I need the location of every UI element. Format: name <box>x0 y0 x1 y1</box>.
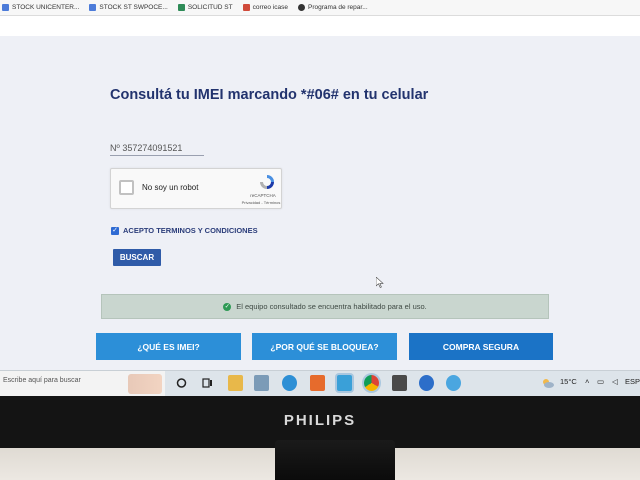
recaptcha-checkbox[interactable] <box>119 180 134 195</box>
mail-icon <box>242 4 250 11</box>
monitor-brand: PHILIPS <box>283 412 357 429</box>
weather-temperature[interactable]: 15°C <box>560 377 577 386</box>
office-icon[interactable] <box>310 375 325 391</box>
chrome-icon[interactable] <box>364 375 379 391</box>
apple-icon <box>298 4 306 11</box>
monitor-screen: STOCK UNICENTER... STOCK ST SWPOCE... SO… <box>0 0 640 396</box>
bookmark-label: SOLICITUD ST <box>187 4 233 11</box>
cortana-icon[interactable] <box>174 375 189 391</box>
bookmarks-bar: STOCK UNICENTER... STOCK ST SWPOCE... SO… <box>0 0 640 16</box>
bookmark-icon <box>89 4 97 11</box>
imei-value: 357274091521 <box>122 143 183 153</box>
check-circle-icon: ✓ <box>223 302 232 311</box>
page-title: Consultá tu IMEI marcando *#06# en tu ce… <box>110 87 429 103</box>
bookmark-item[interactable]: correo icase <box>242 4 289 11</box>
bookmark-item[interactable]: Programa de repar... <box>298 4 368 11</box>
bookmark-icon <box>177 4 185 11</box>
volume-icon[interactable]: ◁ <box>612 377 618 386</box>
taskbar: Escribe aquí para buscar 15°C ˄ ▭ ◁ ESP <box>0 370 640 396</box>
bookmark-item[interactable]: STOCK UNICENTER... <box>2 4 79 11</box>
edge-icon[interactable] <box>282 375 297 391</box>
recaptcha-widget: No soy un robot reCAPTCHA Privacidad - T… <box>110 168 282 209</box>
what-is-imei-button[interactable]: ¿QUÉ ES IMEI? <box>96 333 241 360</box>
network-app-icon[interactable] <box>446 375 461 391</box>
result-text: El equipo consultado se encuentra habili… <box>236 302 427 311</box>
active-app-icon[interactable] <box>337 375 352 391</box>
bookmark-label: STOCK UNICENTER... <box>12 4 80 11</box>
chevron-up-icon[interactable]: ˄ <box>585 377 589 386</box>
imei-input[interactable]: Nº 357274091521 <box>110 143 204 156</box>
terms-row[interactable]: ✓ ACEPTO TERMINOS Y CONDICIONES <box>111 226 258 235</box>
search-highlight-image <box>128 374 162 394</box>
monitor-stand <box>275 440 395 480</box>
terms-label: ACEPTO TERMINOS Y CONDICIONES <box>123 226 258 235</box>
terms-checkbox[interactable]: ✓ <box>111 226 119 235</box>
app-icon[interactable] <box>254 375 269 391</box>
language-indicator[interactable]: ESP <box>625 377 640 386</box>
secure-purchase-button[interactable]: COMPRA SEGURA <box>409 333 553 360</box>
shield-icon[interactable] <box>392 375 407 391</box>
search-button[interactable]: BUSCAR <box>113 249 161 266</box>
page-header-strip <box>0 16 640 36</box>
recaptcha-links[interactable]: Privacidad - Términos <box>231 200 291 205</box>
recaptcha-label: No soy un robot <box>142 183 199 192</box>
imei-prefix: Nº <box>110 143 120 153</box>
bookmark-label: STOCK ST SWPOCE... <box>99 4 168 11</box>
bookmark-icon <box>2 4 9 11</box>
bookmark-label: Programa de repar... <box>308 4 368 11</box>
network-icon[interactable]: ▭ <box>597 377 604 386</box>
result-message: ✓ El equipo consultado se encuentra habi… <box>101 294 549 319</box>
bookmark-item[interactable]: STOCK ST SWPOCE... <box>89 4 168 11</box>
file-explorer-icon[interactable] <box>228 375 243 391</box>
recaptcha-brand: reCAPTCHA <box>250 193 276 198</box>
weather-cloud-icon <box>543 379 554 388</box>
recaptcha-logo-icon <box>260 175 274 189</box>
imei-check-page: Consultá tu IMEI marcando *#06# en tu ce… <box>0 36 640 370</box>
bookmark-label: correo icase <box>252 4 289 11</box>
mouse-cursor-icon <box>376 277 384 288</box>
teamviewer-icon[interactable] <box>419 375 434 391</box>
bookmark-item[interactable]: SOLICITUD ST <box>177 4 233 11</box>
why-blocked-button[interactable]: ¿POR QUÉ SE BLOQUEA? <box>252 333 397 360</box>
taskbar-search-placeholder: Escribe aquí para buscar <box>3 377 81 384</box>
task-view-icon[interactable] <box>200 375 215 391</box>
